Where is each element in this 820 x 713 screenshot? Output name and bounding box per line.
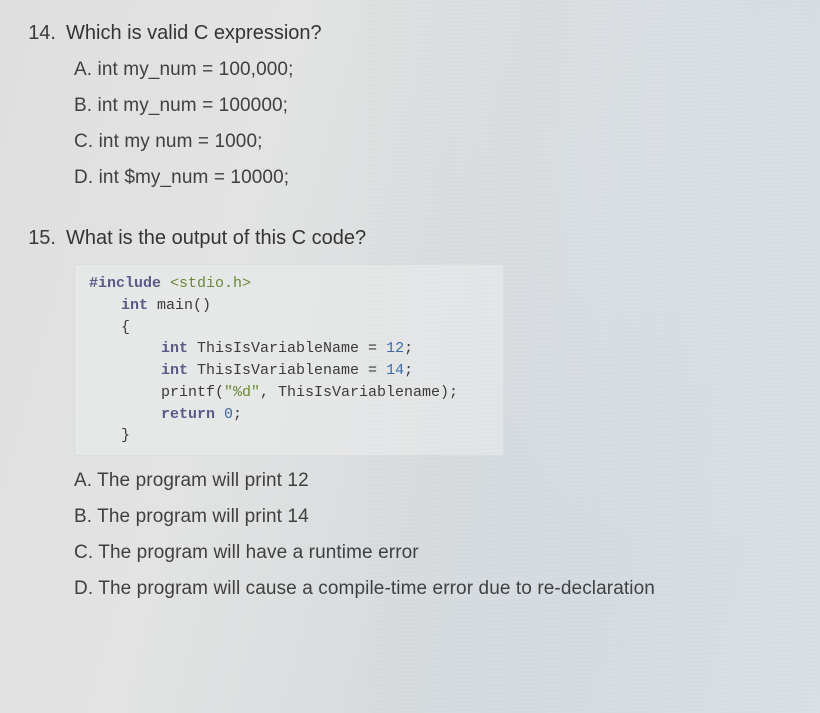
question-number: 15. — [18, 227, 66, 250]
code-token: 0 — [224, 406, 233, 423]
question-header: 14. Which is valid C expression? — [18, 22, 792, 45]
code-token: return — [161, 406, 215, 423]
code-token: int — [121, 297, 148, 314]
code-token: , ThisIsVariablename); — [260, 384, 458, 401]
code-token: 14 — [386, 362, 404, 379]
option-b: B. The program will print 14 — [74, 506, 792, 528]
option-a: A. int my_num = 100,000; — [74, 59, 792, 81]
code-token: int — [161, 340, 188, 357]
question-14-options: A. int my_num = 100,000; B. int my_num =… — [74, 59, 792, 189]
code-token: "%d" — [224, 384, 260, 401]
code-token — [215, 406, 224, 423]
option-a: A. The program will print 12 — [74, 470, 792, 492]
code-token: main() — [148, 297, 211, 314]
question-15: 15. What is the output of this C code? #… — [18, 227, 792, 600]
option-d: D. int $my_num = 10000; — [74, 167, 792, 189]
code-token: printf( — [161, 384, 224, 401]
code-token: ; — [404, 340, 413, 357]
question-15-options: A. The program will print 12 B. The prog… — [74, 470, 792, 600]
code-token: ThisIsVariablename = — [188, 362, 386, 379]
page: 14. Which is valid C expression? A. int … — [0, 0, 820, 634]
question-number: 14. — [18, 22, 66, 45]
code-token: int — [161, 362, 188, 379]
option-b: B. int my_num = 100000; — [74, 95, 792, 117]
question-14: 14. Which is valid C expression? A. int … — [18, 22, 792, 189]
code-token: } — [121, 427, 130, 444]
question-header: 15. What is the output of this C code? — [18, 227, 792, 250]
code-token: { — [121, 319, 130, 336]
code-token: ; — [404, 362, 413, 379]
code-token: 12 — [386, 340, 404, 357]
option-d: D. The program will cause a compile-time… — [74, 578, 792, 600]
question-text: Which is valid C expression? — [66, 22, 322, 45]
code-snippet: #include <stdio.h> int main() { int This… — [74, 264, 504, 456]
code-token: #include — [89, 275, 161, 292]
option-c: C. The program will have a runtime error — [74, 542, 792, 564]
code-token: <stdio.h> — [161, 275, 251, 292]
question-text: What is the output of this C code? — [66, 227, 366, 250]
code-token: ; — [233, 406, 242, 423]
option-c: C. int my num = 1000; — [74, 131, 792, 153]
code-token: ThisIsVariableName = — [188, 340, 386, 357]
